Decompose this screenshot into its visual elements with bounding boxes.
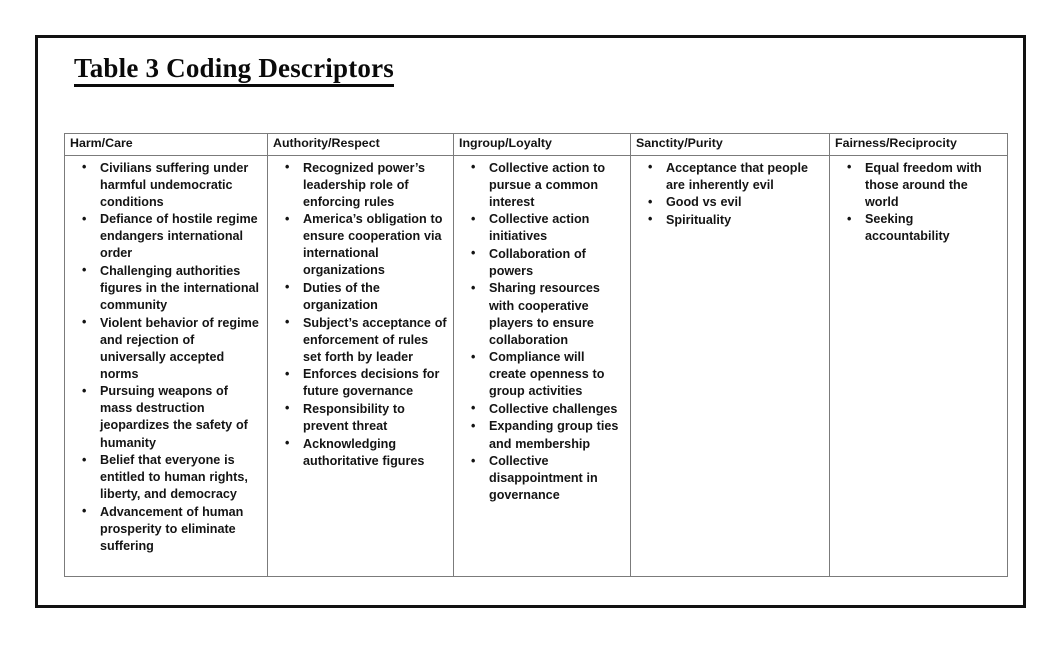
descriptor-list-harm-care: Civilians suffering under harmful undemo… bbox=[65, 159, 263, 555]
list-item: Collaboration of powers bbox=[471, 245, 624, 280]
cell-sanctity-purity: Acceptance that people are inherently ev… bbox=[630, 155, 830, 577]
descriptor-list-ingroup-loyalty: Collective action to pursue a common int… bbox=[454, 159, 626, 505]
list-item: Good vs evil bbox=[648, 194, 823, 211]
list-item: Collective challenges bbox=[471, 400, 624, 418]
column-header-harm-care: Harm/Care bbox=[64, 133, 268, 156]
page-title: Table 3 Coding Descriptors bbox=[74, 53, 394, 88]
list-item: Defiance of hostile regime endangers int… bbox=[82, 211, 261, 262]
list-item: Compliance will create openness to group… bbox=[471, 349, 624, 400]
cell-ingroup-loyalty: Collective action to pursue a common int… bbox=[453, 155, 631, 577]
table-header-row: Harm/Care Authority/Respect Ingroup/Loya… bbox=[64, 133, 1008, 156]
list-item: Sharing resources with cooperative playe… bbox=[471, 280, 624, 348]
descriptor-list-sanctity-purity: Acceptance that people are inherently ev… bbox=[631, 159, 825, 229]
column-header-ingroup-loyalty: Ingroup/Loyalty bbox=[453, 133, 631, 156]
cell-harm-care: Civilians suffering under harmful undemo… bbox=[64, 155, 268, 577]
coding-descriptors-table: Harm/Care Authority/Respect Ingroup/Loya… bbox=[64, 133, 1008, 577]
list-item: Collective action initiatives bbox=[471, 211, 624, 245]
list-item: Acceptance that people are inherently ev… bbox=[648, 159, 823, 194]
list-item: Pursuing weapons of mass destruction jeo… bbox=[82, 383, 261, 451]
list-item: Duties of the organization bbox=[285, 279, 447, 314]
cell-fairness-reciprocity: Equal freedom with those around the worl… bbox=[829, 155, 1008, 577]
list-item: Challenging authorities figures in the i… bbox=[82, 262, 261, 314]
cell-authority-respect: Recognized power’s leadership role of en… bbox=[267, 155, 454, 577]
list-item: Seeking accountability bbox=[847, 211, 1001, 245]
descriptor-list-authority-respect: Recognized power’s leadership role of en… bbox=[268, 159, 449, 470]
list-item: Subject’s acceptance of enforcement of r… bbox=[285, 314, 447, 366]
list-item: Advancement of human prosperity to elimi… bbox=[82, 503, 261, 555]
list-item: America’s obligation to ensure cooperati… bbox=[285, 211, 447, 279]
column-header-sanctity-purity: Sanctity/Purity bbox=[630, 133, 830, 156]
list-item: Belief that everyone is entitled to huma… bbox=[82, 452, 261, 503]
list-item: Equal freedom with those around the worl… bbox=[847, 159, 1001, 211]
list-item: Responsibility to prevent threat bbox=[285, 400, 447, 435]
list-item: Recognized power’s leadership role of en… bbox=[285, 159, 447, 211]
column-header-authority-respect: Authority/Respect bbox=[267, 133, 454, 156]
table-row: Civilians suffering under harmful undemo… bbox=[64, 155, 1008, 577]
descriptor-list-fairness-reciprocity: Equal freedom with those around the worl… bbox=[830, 159, 1003, 246]
list-item: Acknowledging authoritative figures bbox=[285, 435, 447, 470]
list-item: Civilians suffering under harmful undemo… bbox=[82, 159, 261, 211]
list-item: Expanding group ties and membership bbox=[471, 418, 624, 452]
list-item: Violent behavior of regime and rejection… bbox=[82, 314, 261, 383]
column-header-fairness-reciprocity: Fairness/Reciprocity bbox=[829, 133, 1008, 156]
list-item: Spirituality bbox=[648, 211, 823, 229]
list-item: Collective disappointment in governance bbox=[471, 453, 624, 504]
list-item: Collective action to pursue a common int… bbox=[471, 159, 624, 211]
document-page: Table 3 Coding Descriptors Harm/Care Aut… bbox=[35, 35, 1026, 608]
list-item: Enforces decisions for future governance bbox=[285, 366, 447, 400]
